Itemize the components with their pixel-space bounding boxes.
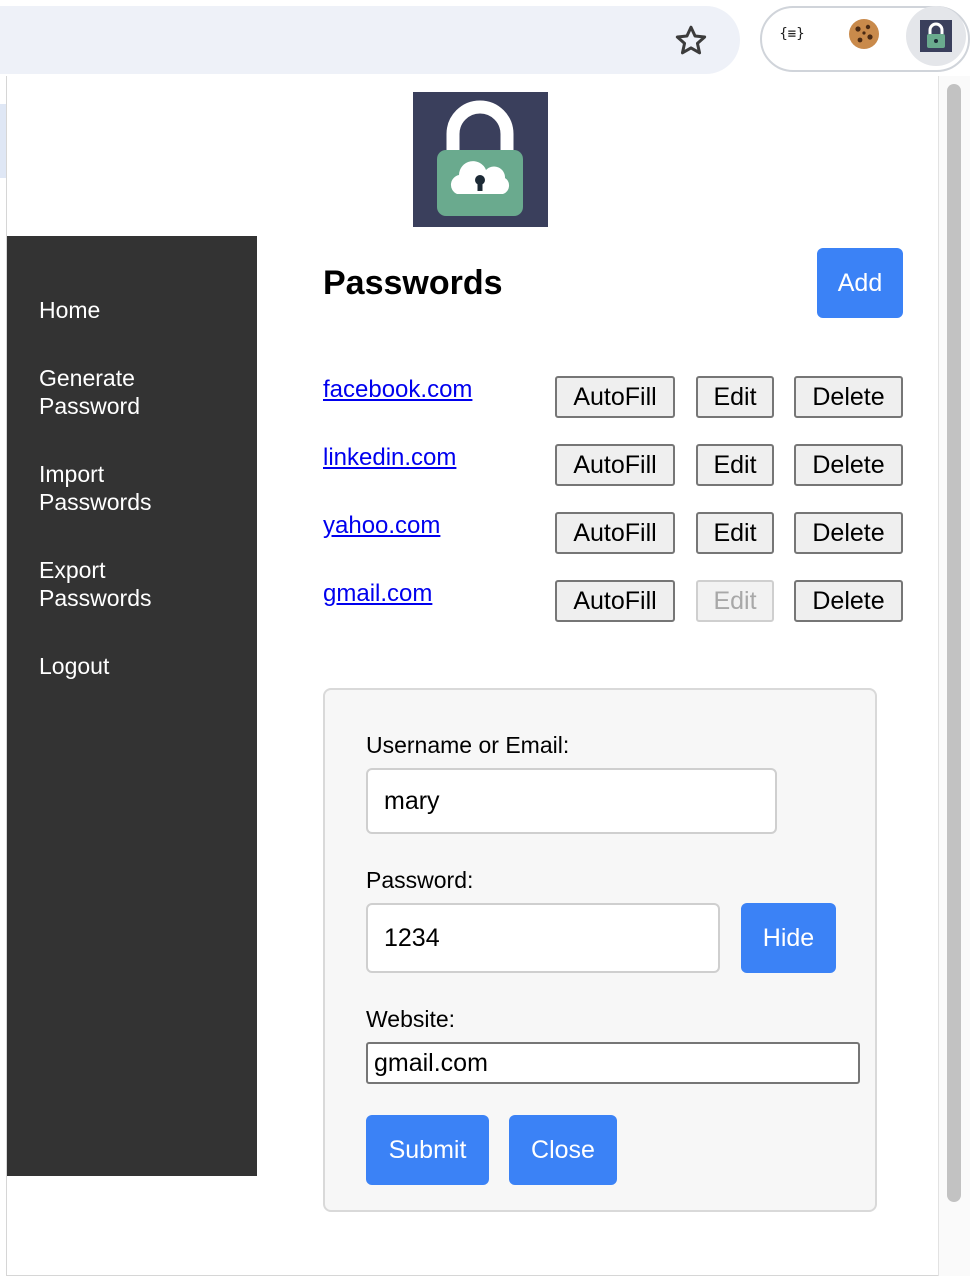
site-link[interactable]: yahoo.com	[323, 512, 440, 540]
nav-item-export-passwords[interactable]: Export Passwords	[39, 556, 239, 612]
nav-item-label: Password	[39, 393, 140, 419]
password-input[interactable]	[366, 903, 720, 973]
edit-button[interactable]: Edit	[696, 376, 774, 418]
json-extension-label: {≡}	[779, 26, 805, 42]
edit-button[interactable]: Edit	[696, 512, 774, 554]
delete-button[interactable]: Delete	[794, 376, 903, 418]
nav-item-label: Home	[39, 297, 101, 323]
password-row: facebook.com AutoFill Edit Delete	[323, 376, 903, 420]
password-row: linkedin.com AutoFill Edit Delete	[323, 444, 903, 488]
autofill-button[interactable]: AutoFill	[555, 444, 675, 486]
username-label: Username or Email:	[366, 732, 570, 758]
nav-item-label: Passwords	[39, 489, 152, 515]
nav-item-label: Export	[39, 557, 106, 583]
nav-item-label: Logout	[39, 653, 110, 679]
website-input[interactable]	[366, 1042, 860, 1084]
browser-toolbar: {≡}	[0, 0, 976, 76]
password-label: Password:	[366, 867, 474, 893]
nav-item-logout[interactable]: Logout	[39, 652, 239, 680]
autofill-button[interactable]: AutoFill	[555, 580, 675, 622]
close-button[interactable]: Close	[509, 1115, 617, 1185]
popup-scrollbar[interactable]	[938, 76, 970, 1276]
nav-item-import-passwords[interactable]: Import Passwords	[39, 460, 239, 516]
autofill-button[interactable]: AutoFill	[555, 376, 675, 418]
website-label: Website:	[366, 1006, 456, 1032]
app-logo	[413, 92, 548, 227]
site-link[interactable]: facebook.com	[323, 376, 472, 404]
delete-button[interactable]: Delete	[794, 580, 903, 622]
edit-button: Edit	[696, 580, 774, 622]
extension-popup: Home Generate Password Import Passwords …	[6, 76, 970, 1276]
cookie-extension-icon[interactable]	[838, 8, 890, 60]
add-button[interactable]: Add	[817, 248, 903, 318]
password-manager-extension-icon[interactable]	[906, 6, 966, 66]
nav-item-label: Import	[39, 461, 105, 487]
nav-item-generate-password[interactable]: Generate Password	[39, 364, 239, 420]
bookmark-star-icon[interactable]	[668, 18, 714, 64]
username-input[interactable]	[366, 768, 777, 834]
nav-item-home[interactable]: Home	[39, 296, 239, 324]
site-link[interactable]: linkedin.com	[323, 444, 456, 472]
delete-button[interactable]: Delete	[794, 444, 903, 486]
scrollbar-thumb[interactable]	[947, 84, 961, 1202]
submit-button[interactable]: Submit	[366, 1115, 489, 1185]
site-link[interactable]: gmail.com	[323, 580, 432, 608]
lock-cloud-icon	[437, 100, 523, 216]
edit-button[interactable]: Edit	[696, 444, 774, 486]
address-bar[interactable]	[0, 6, 740, 74]
delete-button[interactable]: Delete	[794, 512, 903, 554]
page-title: Passwords	[323, 264, 503, 302]
json-extension-icon[interactable]: {≡}	[766, 8, 818, 60]
nav-item-label: Generate	[39, 365, 135, 391]
hide-password-button[interactable]: Hide	[741, 903, 836, 973]
password-row: yahoo.com AutoFill Edit Delete	[323, 512, 903, 556]
edit-password-form: Username or Email: Password: Hide Websit…	[323, 688, 877, 1212]
password-row: gmail.com AutoFill Edit Delete	[323, 580, 903, 624]
sidebar-nav: Home Generate Password Import Passwords …	[7, 236, 257, 1176]
autofill-button[interactable]: AutoFill	[555, 512, 675, 554]
nav-item-label: Passwords	[39, 585, 152, 611]
